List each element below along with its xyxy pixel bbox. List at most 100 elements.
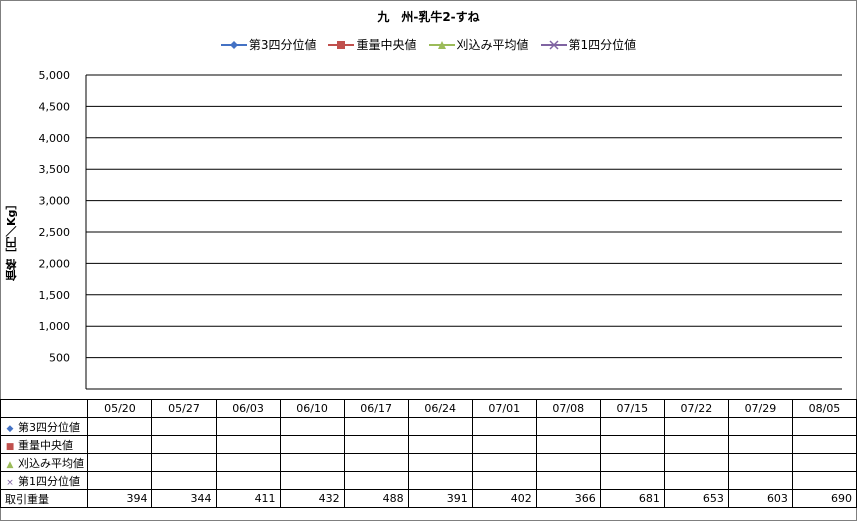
x-tick-label: 05/20 — [87, 399, 153, 418]
table-cell — [599, 417, 665, 436]
table-cell — [663, 453, 729, 472]
series-name: 第3四分位値 — [18, 420, 80, 434]
table-corner — [0, 399, 89, 418]
table-row: ▲ 刈込み平均値 — [0, 453, 857, 472]
table-cell — [87, 417, 153, 436]
plot-area: 500 1,000 1,500 2,000 2,500 3,000 3,500 4,000 4,… — [39, 69, 842, 390]
x-tick-label: 06/10 — [279, 399, 345, 418]
x-tick-label: 07/01 — [471, 399, 537, 418]
x-tick-label: 05/27 — [151, 399, 217, 418]
table-cell — [215, 435, 281, 454]
table-cell — [151, 471, 217, 490]
table-row: × 第1四分位値 — [0, 471, 857, 490]
table-cell — [727, 453, 793, 472]
table-cell — [471, 435, 537, 454]
table-row: ◆ 第3四分位値 — [0, 417, 857, 436]
table-cell — [727, 435, 793, 454]
data-table: 05/20 05/27 06/03 06/10 06/17 06/24 07/01 07/08… — [0, 399, 857, 508]
table-cell — [407, 435, 473, 454]
x-tick-label: 07/15 — [599, 399, 665, 418]
series-marker-icon: ■ — [5, 441, 15, 452]
y-tick-label: 4,500 — [39, 100, 71, 113]
table-cell — [599, 453, 665, 472]
table-cell — [87, 453, 153, 472]
volume-cell: 690 — [791, 489, 857, 508]
volume-cell: 366 — [535, 489, 601, 508]
table-cell — [343, 417, 409, 436]
x-tick-label: 08/05 — [791, 399, 857, 418]
table-row: ■ 重量中央値 — [0, 435, 857, 454]
series-row-label: × 第1四分位値 — [0, 471, 89, 490]
volume-cell: 391 — [407, 489, 473, 508]
table-cell — [471, 471, 537, 490]
table-cell — [727, 417, 793, 436]
volume-cell: 344 — [151, 489, 217, 508]
table-cell — [663, 471, 729, 490]
table-cell — [343, 453, 409, 472]
series-marker-icon: × — [6, 477, 14, 488]
series-name: 第1四分位値 — [18, 474, 80, 488]
volume-cell: 488 — [343, 489, 409, 508]
table-cell — [151, 435, 217, 454]
table-cell — [599, 471, 665, 490]
x-tick-label: 07/08 — [535, 399, 601, 418]
table-cell — [663, 435, 729, 454]
table-cell — [663, 417, 729, 436]
y-tick-label: 2,000 — [39, 257, 71, 270]
x-tick-label: 06/24 — [407, 399, 473, 418]
table-cell — [727, 471, 793, 490]
series-row-label: ▲ 刈込み平均値 — [0, 453, 89, 472]
volume-cell: 681 — [599, 489, 665, 508]
y-tick-label: 500 — [49, 352, 70, 365]
table-cell — [791, 435, 857, 454]
y-tick-label: 5,000 — [39, 69, 71, 82]
volume-cell: 402 — [471, 489, 537, 508]
table-cell — [791, 453, 857, 472]
table-cell — [407, 453, 473, 472]
series-row-label: ◆ 第3四分位値 — [0, 417, 89, 436]
table-cell — [343, 471, 409, 490]
table-cell — [151, 417, 217, 436]
table-header-row: 05/20 05/27 06/03 06/10 06/17 06/24 07/01 07/08… — [0, 399, 857, 418]
table-cell — [87, 435, 153, 454]
y-tick-label: 2,500 — [39, 226, 71, 239]
table-cell — [471, 453, 537, 472]
table-cell — [535, 471, 601, 490]
series-name: 重量中央値 — [18, 438, 73, 452]
table-cell — [535, 435, 601, 454]
table-cell — [407, 417, 473, 436]
table-cell — [215, 453, 281, 472]
x-tick-label: 07/29 — [727, 399, 793, 418]
volume-cell: 653 — [663, 489, 729, 508]
x-tick-label: 06/17 — [343, 399, 409, 418]
volume-row-label: 取引重量 — [0, 489, 89, 508]
x-tick-label: 07/22 — [663, 399, 729, 418]
table-cell — [791, 471, 857, 490]
table-row-volume: 取引重量 394 344 411 432 488 391 402 366 681 653 603 690 — [0, 489, 857, 508]
table-cell — [471, 417, 537, 436]
series-marker-icon: ▲ — [6, 459, 14, 470]
table-cell — [791, 417, 857, 436]
y-tick-label: 1,000 — [39, 320, 71, 333]
series-name: 刈込み平均値 — [18, 456, 84, 470]
volume-cell: 411 — [215, 489, 281, 508]
y-tick-label: 1,500 — [39, 289, 71, 302]
table-cell — [279, 435, 345, 454]
series-row-label: ■ 重量中央値 — [0, 435, 89, 454]
table-cell — [279, 471, 345, 490]
y-tick-label: 3,500 — [39, 163, 71, 176]
table-cell — [151, 453, 217, 472]
table-cell — [215, 417, 281, 436]
table-cell — [279, 417, 345, 436]
table-cell — [599, 435, 665, 454]
series-marker-icon: ◆ — [6, 423, 14, 434]
volume-cell: 394 — [87, 489, 153, 508]
y-tick-label: 3,000 — [39, 195, 71, 208]
x-tick-label: 06/03 — [215, 399, 281, 418]
table-cell — [407, 471, 473, 490]
volume-cell: 432 — [279, 489, 345, 508]
table-cell — [279, 453, 345, 472]
table-cell — [535, 417, 601, 436]
table-cell — [343, 435, 409, 454]
table-cell — [87, 471, 153, 490]
